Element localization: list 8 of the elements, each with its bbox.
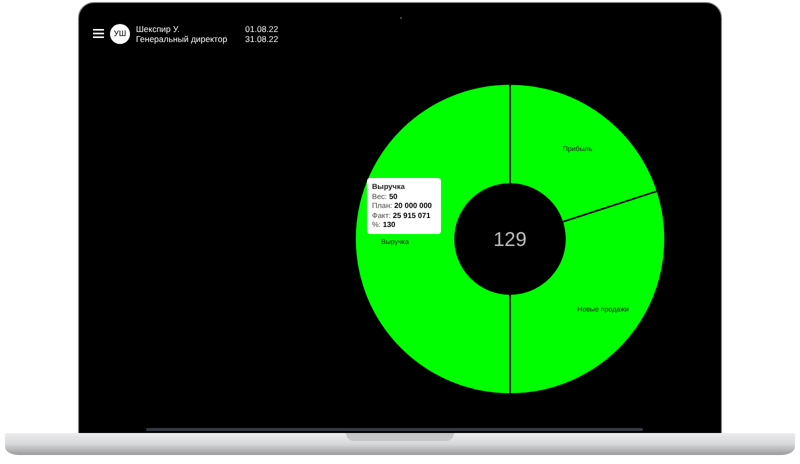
user-role: Генеральный директор	[136, 34, 228, 44]
date-from: 01.08.22	[245, 24, 278, 34]
avatar[interactable]: УШ	[110, 24, 130, 44]
menu-icon[interactable]	[93, 29, 104, 38]
date-to: 31.08.22	[245, 34, 278, 44]
donut-slice[interactable]	[509, 83, 658, 223]
user-name: Шекспир У.	[136, 24, 181, 34]
center-value: 129	[493, 229, 527, 251]
